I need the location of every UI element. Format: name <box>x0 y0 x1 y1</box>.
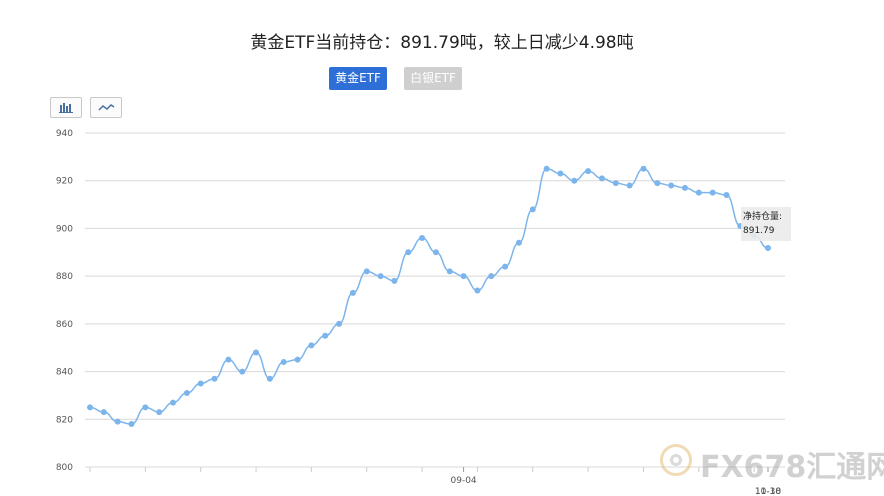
data-point <box>183 390 190 397</box>
y-tick-label: 940 <box>56 129 73 139</box>
y-tick-label: 900 <box>56 224 73 234</box>
data-point <box>529 206 536 213</box>
data-point <box>405 249 412 256</box>
data-point <box>308 342 315 349</box>
data-point <box>349 289 356 296</box>
line-chart: 80082084086088090092094009-0410-3011-18 <box>56 129 785 496</box>
y-tick-label: 820 <box>56 415 73 425</box>
data-point <box>322 332 329 339</box>
tooltip-label: 净持仓量: <box>743 212 783 222</box>
data-point <box>336 320 343 327</box>
data-point <box>488 273 495 280</box>
data-point <box>156 409 163 416</box>
data-point <box>668 182 675 189</box>
y-tick-label: 840 <box>56 368 73 378</box>
data-point <box>515 239 522 246</box>
data-point <box>626 182 633 189</box>
data-point <box>598 175 605 182</box>
watermark-brand: FX678汇通网 <box>700 450 884 485</box>
data-point <box>391 277 398 284</box>
data-point <box>723 192 730 199</box>
data-point <box>571 177 578 184</box>
data-point <box>170 399 177 406</box>
data-point <box>640 165 647 172</box>
data-point <box>253 349 260 356</box>
data-point <box>681 184 688 191</box>
fx678-logo-icon <box>660 444 692 476</box>
watermark: FX678汇通网 <box>660 440 884 485</box>
data-point <box>654 180 661 187</box>
x-tick-label: 11-18 <box>755 487 781 496</box>
data-point <box>363 268 370 275</box>
data-point <box>87 404 93 411</box>
data-point <box>128 421 135 428</box>
data-point <box>460 273 467 280</box>
y-tick-label: 860 <box>56 320 73 330</box>
data-point <box>709 189 716 196</box>
data-point <box>377 273 384 280</box>
data-tooltip: 净持仓量: 891.79 <box>741 207 791 241</box>
data-point <box>211 375 218 382</box>
data-point <box>557 170 564 177</box>
data-point <box>432 249 439 256</box>
data-point <box>239 368 246 375</box>
data-point <box>543 165 550 172</box>
y-tick-label: 920 <box>56 177 73 187</box>
data-point <box>446 268 453 275</box>
data-point <box>695 189 702 196</box>
data-point <box>114 418 121 425</box>
data-point <box>474 287 481 294</box>
data-point <box>419 234 426 241</box>
x-tick-label: 09-04 <box>451 476 477 486</box>
data-point <box>585 168 592 175</box>
data-point <box>197 380 204 387</box>
data-point <box>765 245 771 252</box>
data-point <box>612 180 619 187</box>
data-point <box>294 356 301 363</box>
data-point <box>100 409 107 416</box>
data-point <box>266 375 273 382</box>
y-tick-label: 800 <box>56 463 73 473</box>
data-point <box>142 404 149 411</box>
data-point <box>502 263 509 270</box>
data-point <box>280 359 287 366</box>
tooltip-value: 891.79 <box>743 226 775 236</box>
data-point <box>225 356 232 363</box>
series-line <box>89 168 769 425</box>
y-tick-label: 880 <box>56 272 73 282</box>
